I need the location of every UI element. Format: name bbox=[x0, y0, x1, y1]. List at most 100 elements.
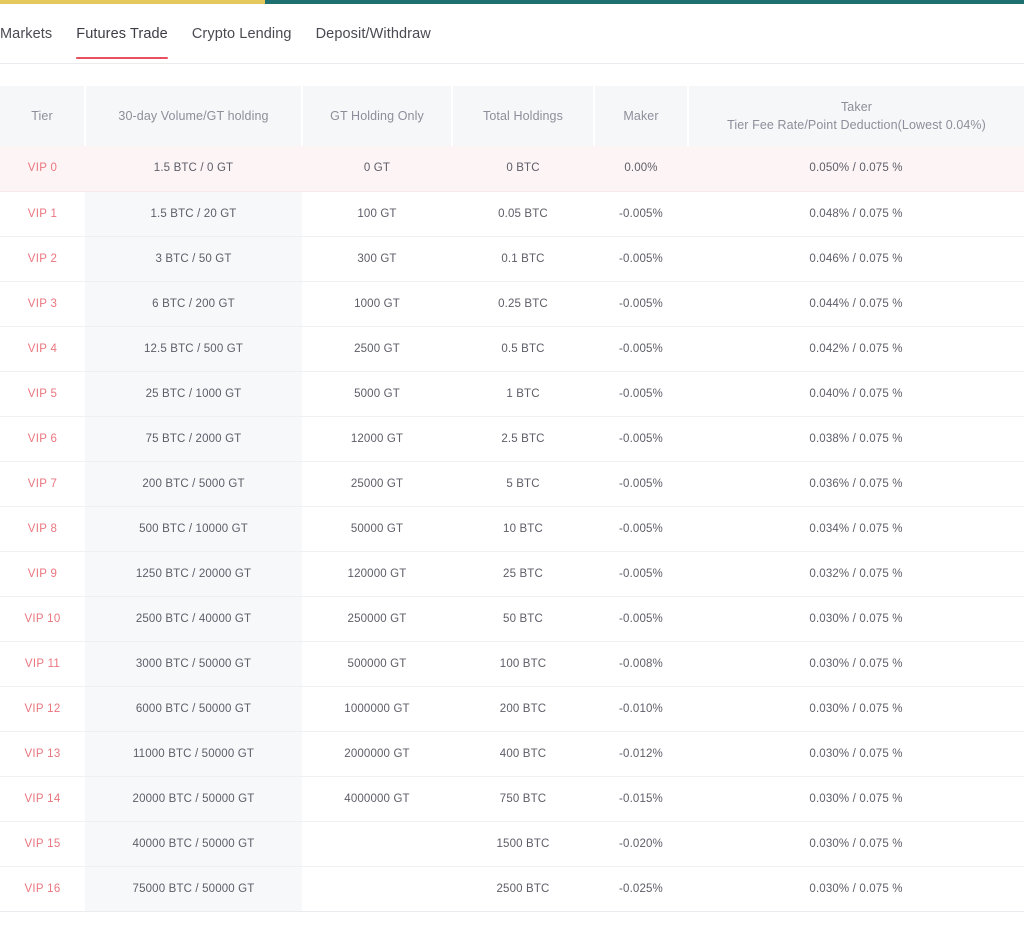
cell-maker: -0.005% bbox=[594, 416, 688, 462]
cell-total-holdings: 0.25 BTC bbox=[452, 281, 594, 327]
table-row[interactable]: VIP 11 3000 BTC / 50000 GT 500000 GT 100 BT… bbox=[0, 641, 1024, 687]
cell-total-holdings: 0.1 BTC bbox=[452, 236, 594, 282]
cell-maker: -0.020% bbox=[594, 821, 688, 867]
cell-total-holdings: 10 BTC bbox=[452, 506, 594, 552]
table-row[interactable]: VIP 23 BTC / 50 GT 300 GT 0.1 BTC -0.005% 0.… bbox=[0, 236, 1024, 282]
primary-nav: Markets Futures Trade Crypto Lending Deposi… bbox=[0, 4, 1024, 64]
cell-tier: VIP 2 bbox=[0, 236, 85, 282]
cell-gt-holding-only: 2000000 GT bbox=[302, 731, 452, 777]
table-row[interactable]: VIP 12 6000 BTC / 50000 GT 1000000 GT 200 B… bbox=[0, 686, 1024, 732]
cell-maker: -0.012% bbox=[594, 731, 688, 777]
table-row[interactable]: VIP 13 11000 BTC / 50000 GT 2000000 GT 400 … bbox=[0, 731, 1024, 777]
table-row[interactable]: VIP 7 200 BTC / 5000 GT 25000 GT 5 BTC -0.00… bbox=[0, 461, 1024, 507]
cell-gt-holding-only: 5000 GT bbox=[302, 371, 452, 417]
cell-total-holdings: 1500 BTC bbox=[452, 821, 594, 867]
cell-taker: 0.030% / 0.075 % bbox=[688, 821, 1024, 867]
cell-taker: 0.042% / 0.075 % bbox=[688, 326, 1024, 372]
cell-taker: 0.048% / 0.075 % bbox=[688, 191, 1024, 237]
table-row[interactable]: VIP 14 20000 BTC / 50000 GT 4000000 GT 750 … bbox=[0, 776, 1024, 822]
table-row[interactable]: VIP 36 BTC / 200 GT 1000 GT 0.25 BTC -0.005… bbox=[0, 281, 1024, 327]
cell-total-holdings: 1 BTC bbox=[452, 371, 594, 417]
table-row[interactable]: VIP 0 1.5 BTC / 0 GT 0 GT 0 BTC 0.00% 0.050% … bbox=[0, 146, 1024, 192]
cell-tier: VIP 3 bbox=[0, 281, 85, 327]
cell-taker: 0.046% / 0.075 % bbox=[688, 236, 1024, 282]
column-header-maker: Maker bbox=[594, 86, 689, 146]
cell-maker: -0.005% bbox=[594, 371, 688, 417]
cell-gt-holding-only: 4000000 GT bbox=[302, 776, 452, 822]
cell-volume: 200 BTC / 5000 GT bbox=[85, 461, 302, 507]
cell-maker: -0.005% bbox=[594, 236, 688, 282]
cell-taker: 0.032% / 0.075 % bbox=[688, 551, 1024, 597]
table-row[interactable]: VIP 5 25 BTC / 1000 GT 5000 GT 1 BTC -0.005%… bbox=[0, 371, 1024, 417]
nav-bottom-divider bbox=[0, 63, 1024, 64]
column-header-label: Taker bbox=[840, 99, 873, 114]
cell-total-holdings: 750 BTC bbox=[452, 776, 594, 822]
cell-maker: 0.00% bbox=[594, 146, 688, 192]
cell-total-holdings: 100 BTC bbox=[452, 641, 594, 687]
cell-taker: 0.036% / 0.075 % bbox=[688, 461, 1024, 507]
cell-gt-holding-only: 1000000 GT bbox=[302, 686, 452, 732]
cell-maker: -0.005% bbox=[594, 326, 688, 372]
column-header-tier: Tier bbox=[0, 86, 86, 146]
cell-volume: 3000 BTC / 50000 GT bbox=[85, 641, 302, 687]
cell-total-holdings: 200 BTC bbox=[452, 686, 594, 732]
table-row[interactable]: VIP 16 75000 BTC / 50000 GT 2500 BTC -0.025… bbox=[0, 866, 1024, 912]
cell-gt-holding-only: 300 GT bbox=[302, 236, 452, 282]
nav-item-markets[interactable]: Markets bbox=[0, 4, 64, 64]
column-header-label: Tier bbox=[31, 108, 53, 123]
cell-total-holdings: 0.5 BTC bbox=[452, 326, 594, 372]
cell-tier: VIP 12 bbox=[0, 686, 85, 732]
column-header-total-holdings: Total Holdings bbox=[452, 86, 595, 146]
cell-gt-holding-only bbox=[302, 866, 452, 912]
cell-tier: VIP 10 bbox=[0, 596, 85, 642]
cell-tier: VIP 7 bbox=[0, 461, 85, 507]
cell-gt-holding-only: 12000 GT bbox=[302, 416, 452, 462]
cell-tier: VIP 9 bbox=[0, 551, 85, 597]
fee-tier-table-container: Tier 30-day Volume/GT holding GT Holding O… bbox=[0, 86, 1024, 912]
cell-gt-holding-only: 120000 GT bbox=[302, 551, 452, 597]
column-header-label: GT Holding Only bbox=[330, 108, 424, 123]
cell-tier: VIP 15 bbox=[0, 821, 85, 867]
table-header-row: Tier 30-day Volume/GT holding GT Holding O… bbox=[0, 86, 1024, 146]
cell-gt-holding-only: 100 GT bbox=[302, 191, 452, 237]
cell-volume: 6 BTC / 200 GT bbox=[85, 281, 302, 327]
cell-taker: 0.030% / 0.075 % bbox=[688, 596, 1024, 642]
cell-taker: 0.030% / 0.075 % bbox=[688, 776, 1024, 822]
cell-total-holdings: 25 BTC bbox=[452, 551, 594, 597]
cell-gt-holding-only: 500000 GT bbox=[302, 641, 452, 687]
cell-maker: -0.005% bbox=[594, 596, 688, 642]
cell-tier: VIP 6 bbox=[0, 416, 85, 462]
cell-maker: -0.025% bbox=[594, 866, 688, 912]
cell-gt-holding-only: 2500 GT bbox=[302, 326, 452, 372]
column-header-label: Maker bbox=[623, 108, 659, 123]
cell-maker: -0.005% bbox=[594, 281, 688, 327]
table-row[interactable]: VIP 15 40000 BTC / 50000 GT 1500 BTC -0.020… bbox=[0, 821, 1024, 867]
table-row[interactable]: VIP 1 1.5 BTC / 20 GT 100 GT 0.05 BTC -0.005… bbox=[0, 191, 1024, 237]
cell-gt-holding-only: 250000 GT bbox=[302, 596, 452, 642]
cell-volume: 500 BTC / 10000 GT bbox=[85, 506, 302, 552]
column-header-gt-holding-only: GT Holding Only bbox=[302, 86, 453, 146]
table-row[interactable]: VIP 10 2500 BTC / 40000 GT 250000 GT 50 BTC… bbox=[0, 596, 1024, 642]
cell-taker: 0.044% / 0.075 % bbox=[688, 281, 1024, 327]
nav-item-deposit-withdraw[interactable]: Deposit/Withdraw bbox=[304, 4, 443, 64]
table-head: Tier 30-day Volume/GT holding GT Holding O… bbox=[0, 86, 1024, 146]
cell-volume: 75 BTC / 2000 GT bbox=[85, 416, 302, 462]
nav-item-futures-trade[interactable]: Futures Trade bbox=[64, 4, 180, 64]
table-row[interactable]: VIP 6 75 BTC / 2000 GT 12000 GT 2.5 BTC -0.0… bbox=[0, 416, 1024, 462]
cell-tier: VIP 14 bbox=[0, 776, 85, 822]
cell-tier: VIP 16 bbox=[0, 866, 85, 912]
nav-item-crypto-lending[interactable]: Crypto Lending bbox=[180, 4, 304, 64]
cell-gt-holding-only: 0 GT bbox=[302, 146, 452, 192]
column-header-volume: 30-day Volume/GT holding bbox=[85, 86, 303, 146]
table-row[interactable]: VIP 4 12.5 BTC / 500 GT 2500 GT 0.5 BTC -0.0… bbox=[0, 326, 1024, 372]
table-row[interactable]: VIP 8 500 BTC / 10000 GT 50000 GT 10 BTC -0.… bbox=[0, 506, 1024, 552]
cell-taker: 0.040% / 0.075 % bbox=[688, 371, 1024, 417]
cell-maker: -0.008% bbox=[594, 641, 688, 687]
cell-total-holdings: 0 BTC bbox=[452, 146, 594, 192]
cell-taker: 0.038% / 0.075 % bbox=[688, 416, 1024, 462]
cell-gt-holding-only: 25000 GT bbox=[302, 461, 452, 507]
cell-tier: VIP 5 bbox=[0, 371, 85, 417]
cell-total-holdings: 50 BTC bbox=[452, 596, 594, 642]
table-row[interactable]: VIP 9 1250 BTC / 20000 GT 120000 GT 25 BTC -… bbox=[0, 551, 1024, 597]
cell-volume: 1.5 BTC / 0 GT bbox=[85, 146, 302, 192]
